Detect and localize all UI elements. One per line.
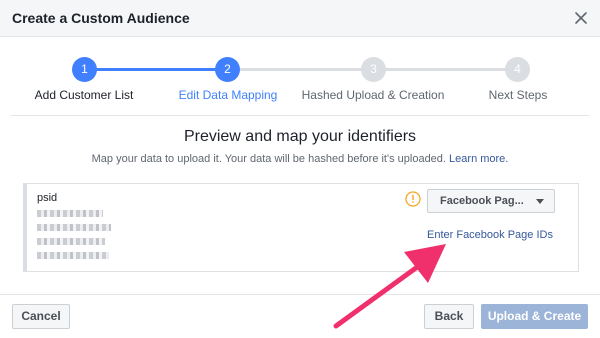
close-icon[interactable]	[572, 9, 590, 27]
chevron-down-icon	[536, 199, 544, 204]
mapping-section: Preview and map your identifiers Map you…	[11, 115, 589, 290]
identifier-mapping-row: psid Facebook Pag... Enter Facebook Page…	[23, 183, 579, 272]
cancel-button[interactable]: Cancel	[12, 304, 70, 329]
step-1-circle: 1	[72, 57, 97, 82]
exclamation-circle-icon	[405, 191, 421, 207]
step-connector-1	[85, 68, 228, 71]
subtext-body: Map your data to upload it. Your data wi…	[91, 153, 446, 165]
back-button[interactable]: Back	[424, 304, 474, 329]
step-3-label: Hashed Upload & Creation	[301, 88, 445, 102]
column-header: psid	[37, 192, 58, 204]
step-2-label: Edit Data Mapping	[178, 88, 278, 102]
section-subtext: Map your data to upload it. Your data wi…	[11, 153, 589, 165]
upload-create-button[interactable]: Upload & Create	[481, 304, 588, 329]
step-4-label: Next Steps	[488, 88, 548, 102]
section-heading: Preview and map your identifiers	[183, 128, 417, 145]
step-3-circle: 3	[361, 57, 386, 82]
step-2-circle: 2	[215, 57, 240, 82]
step-1-label: Add Customer List	[34, 88, 134, 102]
blurred-value-1	[37, 210, 103, 217]
enter-page-ids-link[interactable]: Enter Facebook Page IDs	[427, 229, 553, 241]
dialog-footer: Cancel Back Upload & Create	[0, 294, 600, 338]
blurred-value-3	[37, 238, 105, 245]
identifier-type-value: Facebook Pag...	[440, 195, 524, 207]
blurred-value-4	[37, 252, 109, 259]
learn-more-link[interactable]: Learn more.	[449, 153, 508, 165]
blurred-value-2	[37, 224, 111, 231]
progress-stepper: 1 2 3 4 Add Customer List Edit Data Mapp…	[0, 52, 600, 104]
dialog-title: Create a Custom Audience	[12, 10, 190, 26]
dialog-header: Create a Custom Audience	[0, 0, 600, 37]
identifier-type-select[interactable]: Facebook Pag...	[427, 189, 555, 213]
step-4-circle: 4	[505, 57, 530, 82]
